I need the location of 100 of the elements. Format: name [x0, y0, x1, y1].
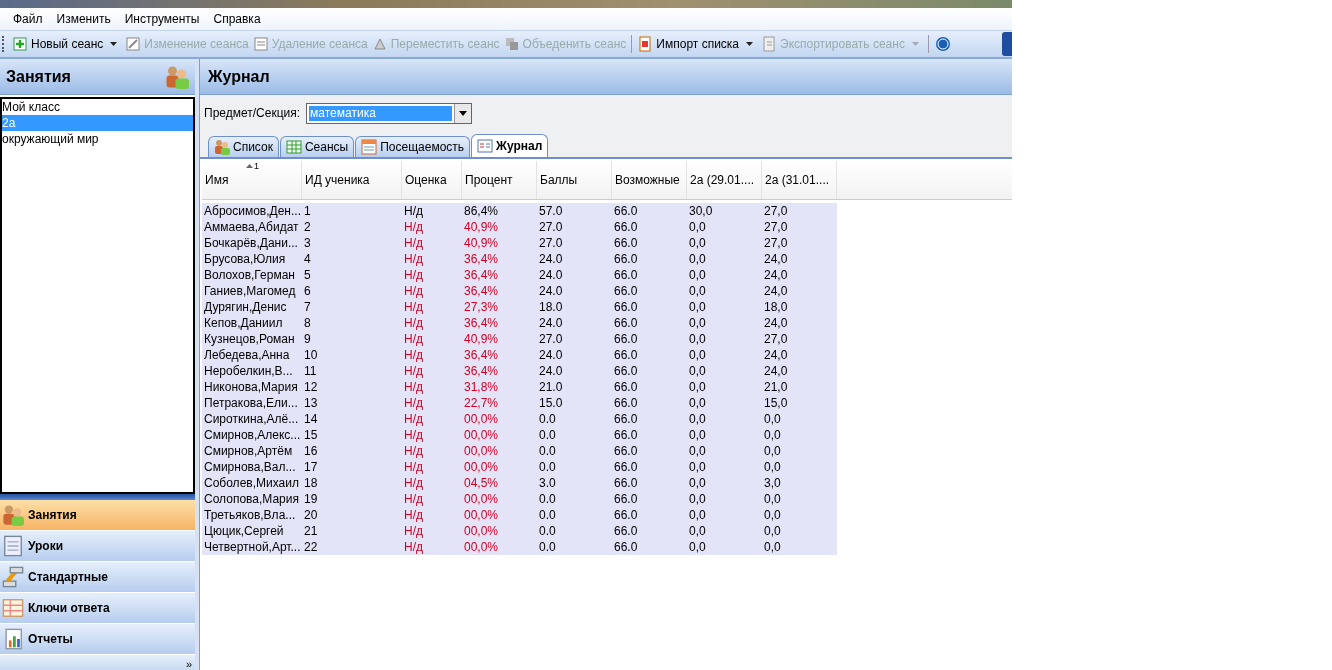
table-cell-text: Смирнов,Алекс...: [203, 427, 302, 443]
table-cell-text: 3: [303, 235, 312, 251]
table-cell-text: 36,4%: [463, 251, 500, 267]
column-header[interactable]: ИД ученика: [302, 161, 402, 199]
column-header[interactable]: Оценка: [402, 161, 462, 199]
table-cell-text: 27,0: [763, 331, 789, 347]
nav-button[interactable]: Занятия: [0, 500, 195, 531]
table-cell-text: 86,4%: [463, 203, 500, 219]
table-cell-text: 24.0: [538, 347, 564, 363]
table-cell-text: 00,0%: [463, 427, 500, 443]
table-cell-text: 66.0: [613, 299, 639, 315]
table-cell-text: 0,0: [763, 443, 782, 459]
table-cell-text: 27.0: [538, 219, 564, 235]
table-cell-text: 00,0%: [463, 411, 500, 427]
table-cell-text: 0,0: [688, 331, 707, 347]
column-header[interactable]: Процент: [462, 161, 537, 199]
table-cell-text: 15,0: [763, 395, 789, 411]
tab[interactable]: Журнал: [471, 134, 549, 157]
menu-item[interactable]: Изменить: [49, 12, 118, 26]
document-icon: [477, 138, 494, 154]
class-list-item[interactable]: окружающий мир: [2, 131, 193, 147]
pencil-document-icon: [125, 36, 142, 52]
table-cell-text: 24.0: [538, 267, 564, 283]
table-cell-text: 00,0%: [463, 539, 500, 555]
table-cell-text: 36,4%: [463, 283, 500, 299]
table-cell-text: 22,7%: [463, 395, 500, 411]
table-cell-text: 2: [303, 219, 312, 235]
menu-item[interactable]: Справка: [206, 12, 268, 26]
table-cell-text: 66.0: [613, 219, 639, 235]
column-header[interactable]: 1 Имя: [202, 161, 302, 199]
table-cell-text: 0,0: [688, 235, 707, 251]
column-header[interactable]: 2а (31.01....: [762, 161, 837, 199]
tab[interactable]: Список: [208, 136, 279, 157]
sort-indicator: 1: [246, 161, 259, 171]
caret-icon: [746, 42, 754, 46]
table-cell-text: Смирнов,Артём: [203, 443, 294, 459]
table-cell-text: Кепов,Даниил: [203, 315, 284, 331]
table-cell-text: Н/д: [403, 283, 424, 299]
class-list-item[interactable]: Мой класс: [2, 99, 193, 115]
table-cell-text: Н/д: [403, 411, 424, 427]
table-cell-text: 40,9%: [463, 235, 500, 251]
table-cell-text: 8: [303, 315, 312, 331]
table-cell-text: 40,9%: [463, 219, 500, 235]
table-cell-text: 20: [303, 507, 319, 523]
table-cell-text: Н/д: [403, 443, 424, 459]
table-cell-text: Соболев,Михаил: [203, 475, 300, 491]
table-cell-text: 16: [303, 443, 319, 459]
table-cell-text: 66.0: [613, 363, 639, 379]
table-cell-text: 21: [303, 523, 319, 539]
plus-document-icon: [12, 36, 28, 52]
column-header[interactable]: Возможные: [612, 161, 687, 199]
table-cell-text: 24,0: [763, 315, 789, 331]
table-cell-text: 0,0: [688, 267, 707, 283]
caret-icon: [110, 42, 118, 46]
table-cell-text: 30,0: [688, 203, 714, 219]
table-cell-text: 10: [303, 347, 319, 363]
table-cell-text: 0,0: [763, 411, 782, 427]
table-cell-text: 7: [303, 299, 312, 315]
menu-item[interactable]: Инструменты: [117, 12, 207, 26]
tab[interactable]: Посещаемость: [355, 136, 471, 157]
nav-button[interactable]: Ключи ответа: [0, 593, 195, 624]
toolbar-button[interactable]: Импорт списка: [635, 33, 760, 55]
table-cell-text: 0,0: [688, 507, 707, 523]
splitter-handle[interactable]: [0, 494, 195, 500]
toolbar-grip[interactable]: [2, 36, 7, 52]
column-header[interactable]: Баллы: [537, 161, 612, 199]
table-cell-text: 57.0: [538, 203, 564, 219]
table-cell-text: 00,0%: [463, 523, 500, 539]
table-cell-text: 19: [303, 491, 319, 507]
people-icon: [214, 139, 230, 155]
table-cell-text: 9: [303, 331, 312, 347]
table-cell-text: Н/д: [403, 363, 424, 379]
table-cell-text: 66.0: [613, 251, 639, 267]
table-cell-text: 15.0: [538, 395, 564, 411]
table-cell-text: 31,8%: [463, 379, 500, 395]
table-cell-text: 24.0: [538, 283, 564, 299]
nav-button[interactable]: Уроки: [0, 531, 195, 562]
table-cell-text: Н/д: [403, 347, 424, 363]
expand-button[interactable]: »: [185, 658, 195, 670]
tab[interactable]: Сеансы: [279, 136, 355, 157]
table-cell-text: 0.0: [538, 459, 557, 475]
menu-item[interactable]: Файл: [6, 12, 50, 26]
table-cell-text: 0.0: [538, 427, 557, 443]
caret-icon: [911, 42, 919, 46]
table-cell-text: 6: [303, 283, 312, 299]
table-cell-text: Н/д: [403, 395, 424, 411]
nav-button[interactable]: Стандартные: [0, 562, 195, 593]
people-icon: [2, 504, 24, 526]
table-cell-text: 0,0: [688, 379, 707, 395]
table-cell-text: 24,0: [763, 251, 789, 267]
table-cell-text: 00,0%: [463, 443, 500, 459]
table-cell-text: 66.0: [613, 315, 639, 331]
subject-label: Предмет/Секция:: [204, 106, 301, 120]
table-cell-text: 0,0: [763, 459, 782, 475]
table-cell-text: 24.0: [538, 251, 564, 267]
chart-icon: [2, 628, 24, 650]
table-cell-text: 66.0: [613, 235, 639, 251]
nav-button[interactable]: Отчеты: [0, 624, 195, 655]
column-header[interactable]: 2а (29.01....: [687, 161, 762, 199]
toolbar-button[interactable]: Новый сеанс: [10, 33, 124, 55]
